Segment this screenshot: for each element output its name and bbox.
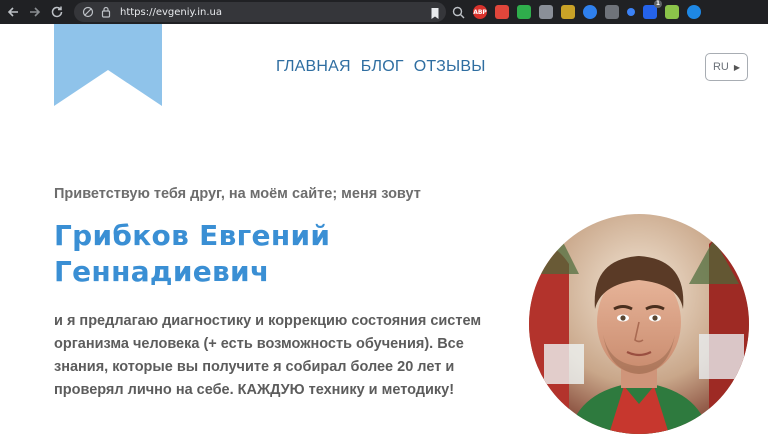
author-name-line2: Геннадиевич xyxy=(54,255,270,288)
intro-paragraph: и я предлагаю диагностику и коррекцию со… xyxy=(54,313,482,398)
abp-extension-icon[interactable]: ABP xyxy=(473,5,487,19)
shield-extension-icon[interactable]: 1 xyxy=(643,0,662,19)
main-navigation: ГЛАВНАЯ БЛОГ ОТЗЫВЫ xyxy=(276,58,486,76)
image-extension-icon[interactable] xyxy=(665,5,679,19)
eyes-extension-icon[interactable] xyxy=(539,5,553,19)
nav-link-reviews[interactable]: ОТЗЫВЫ xyxy=(414,58,486,76)
site-settings-icon[interactable] xyxy=(80,4,96,20)
portrait-image xyxy=(529,214,749,434)
logo-ribbon[interactable] xyxy=(54,24,162,106)
search-icon[interactable] xyxy=(452,6,465,19)
back-button[interactable] xyxy=(2,1,24,23)
nav-link-home[interactable]: ГЛАВНАЯ xyxy=(276,58,351,76)
extensions-row: ABP 1 xyxy=(452,0,701,22)
nav-link-blog[interactable]: БЛОГ xyxy=(361,58,404,76)
red-extension-icon[interactable] xyxy=(495,5,509,19)
author-name-line1: Грибков Евгений xyxy=(54,219,331,252)
gray-extension-icon[interactable] xyxy=(605,5,619,19)
play-extension-icon[interactable] xyxy=(687,5,701,19)
greeting-text: Приветствую тебя друг, на моём сайте; ме… xyxy=(54,186,421,202)
reload-icon xyxy=(51,6,63,18)
link-extension-icon[interactable] xyxy=(583,5,597,19)
forward-arrow-icon xyxy=(30,7,41,17)
avatar xyxy=(529,214,749,434)
language-switcher[interactable]: RU ▶ xyxy=(705,53,748,81)
blue-dot-extension-icon[interactable] xyxy=(627,8,635,16)
back-arrow-icon xyxy=(7,7,18,17)
caret-right-icon: ▶ xyxy=(733,62,741,72)
shield-badge: 1 xyxy=(653,0,662,8)
green-extension-icon[interactable] xyxy=(517,5,531,19)
bookmark-icon[interactable] xyxy=(430,5,440,24)
lock-icon[interactable] xyxy=(98,4,114,20)
forward-button[interactable] xyxy=(24,1,46,23)
language-label: RU xyxy=(712,61,729,73)
author-name: Грибков Евгений Геннадиевич xyxy=(54,218,414,290)
stripes-extension-icon[interactable] xyxy=(561,5,575,19)
url-text[interactable]: https://evgeniy.in.ua xyxy=(120,7,222,18)
browser-toolbar: https://evgeniy.in.ua ABP 1 xyxy=(0,0,768,24)
address-bar[interactable]: https://evgeniy.in.ua xyxy=(74,2,446,22)
reload-button[interactable] xyxy=(46,1,68,23)
